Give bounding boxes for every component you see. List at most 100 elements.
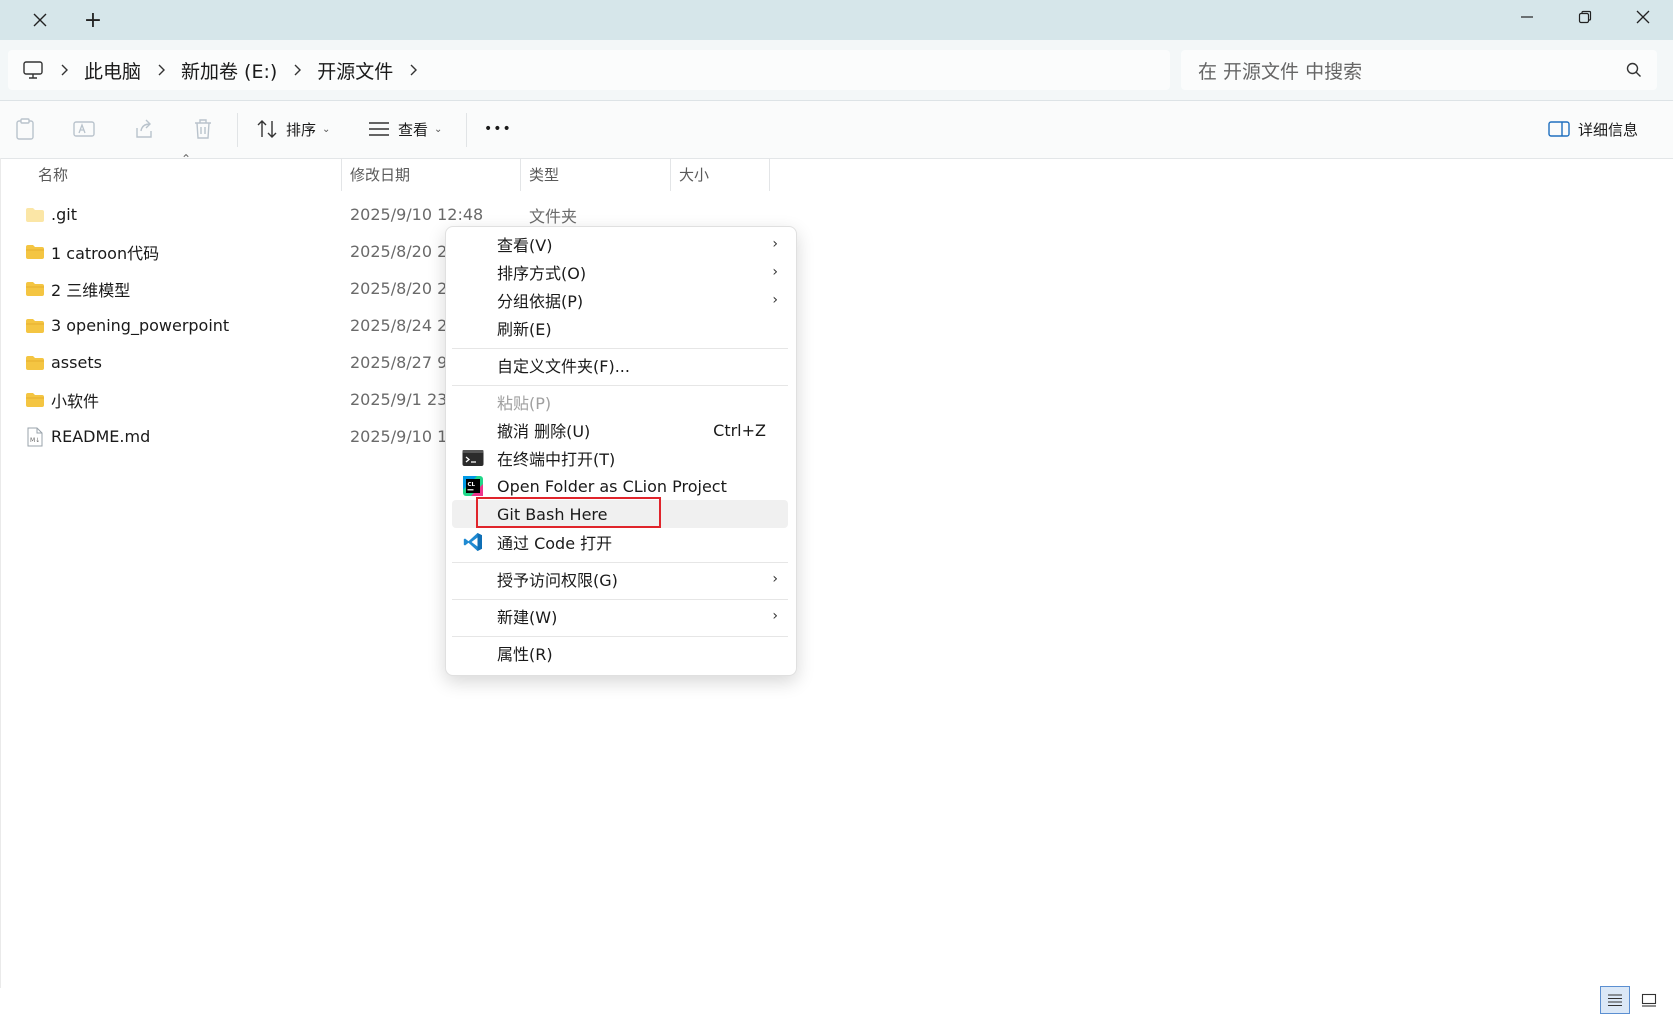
chevron-down-icon: ⌄	[434, 123, 443, 135]
chevron-right-icon[interactable]	[44, 64, 84, 76]
menu-item-refresh[interactable]: 刷新(E)	[452, 314, 788, 342]
svg-text:CL: CL	[468, 482, 476, 488]
vscode-icon	[462, 531, 484, 553]
large-icons-view-button[interactable]	[1634, 986, 1664, 1014]
address-bar[interactable]: 此电脑 新加卷 (E:) 开源文件	[8, 50, 1170, 90]
view-label: 查看	[398, 120, 429, 139]
file-date: 2025/8/20 21	[350, 279, 458, 298]
file-type: 文件夹	[529, 206, 578, 226]
delete-icon[interactable]	[189, 115, 217, 143]
folder-icon	[24, 241, 46, 263]
breadcrumb-open-source[interactable]: 开源文件	[317, 57, 393, 84]
menu-item-properties[interactable]: 属性(R)	[452, 639, 788, 667]
file-name: README.md	[51, 427, 151, 446]
search-input[interactable]: 在 开源文件 中搜索	[1181, 50, 1657, 90]
chevron-right-icon[interactable]	[393, 64, 433, 76]
menu-item-give-access[interactable]: 授予访问权限(G) ›	[452, 565, 788, 593]
menu-separator	[452, 562, 788, 563]
menu-item-open-clion[interactable]: CL Open Folder as CLion Project	[452, 472, 788, 500]
share-icon[interactable]	[130, 115, 158, 143]
sort-label: 排序	[286, 120, 317, 139]
this-pc-icon[interactable]	[22, 59, 44, 81]
column-name-label: 名称	[38, 166, 69, 184]
folder-icon	[24, 278, 46, 300]
file-date: 2025/8/20 20	[350, 242, 458, 261]
breadcrumb-drive-e[interactable]: 新加卷 (E:)	[181, 57, 277, 84]
search-icon[interactable]	[1611, 62, 1657, 78]
details-pane-button[interactable]: 详细信息	[1548, 111, 1638, 147]
view-button[interactable]: 查看 ⌄	[368, 111, 442, 147]
title-bar	[0, 0, 1673, 40]
pane-edge	[0, 158, 1, 988]
chevron-right-icon: ›	[772, 236, 778, 252]
restore-button[interactable]	[1556, 0, 1614, 34]
column-header-modified[interactable]: 修改日期	[342, 158, 521, 191]
details-view-icon	[1608, 994, 1622, 1007]
menu-item-undo-delete[interactable]: 撤消 删除(U) Ctrl+Z	[452, 416, 788, 444]
menu-item-open-in-terminal[interactable]: 在终端中打开(T)	[452, 444, 788, 472]
column-header-type[interactable]: 类型	[521, 158, 671, 191]
file-row[interactable]: 2 三维模型 2025/8/20 21	[24, 270, 458, 307]
paste-icon[interactable]	[11, 115, 39, 143]
chevron-right-icon: ›	[772, 608, 778, 624]
preview-view-icon	[1641, 993, 1657, 1007]
folder-icon	[24, 352, 46, 374]
file-row[interactable]: 1 catroon代码 2025/8/20 20	[24, 233, 458, 270]
sort-ascending-icon: ⌃	[181, 152, 192, 166]
menu-item-sort-by[interactable]: 排序方式(O) ›	[452, 258, 788, 286]
menu-item-label: 刷新(E)	[497, 320, 552, 339]
markdown-file-icon: M↓	[24, 426, 46, 448]
details-pane-icon	[1548, 121, 1570, 137]
file-row[interactable]: M↓ README.md 2025/9/10 12	[24, 418, 457, 455]
menu-item-group-by[interactable]: 分组依据(P) ›	[452, 286, 788, 314]
chevron-right-icon: ›	[772, 571, 778, 587]
folder-icon	[24, 389, 46, 411]
column-header-size[interactable]: 大小	[671, 158, 770, 191]
file-row[interactable]: 小软件 2025/9/1 23:1	[24, 381, 463, 418]
sort-icon	[257, 120, 277, 138]
rename-icon[interactable]	[70, 115, 98, 143]
file-name: 2 三维模型	[51, 280, 131, 300]
file-date: 2025/9/10 12:48	[350, 205, 484, 224]
file-name: .git	[51, 205, 77, 224]
sort-button[interactable]: 排序 ⌄	[256, 111, 330, 147]
file-row[interactable]: 3 opening_powerpoint 2025/8/24 21	[24, 307, 458, 344]
menu-item-shortcut: Ctrl+Z	[713, 420, 766, 440]
toolbar-divider	[237, 113, 238, 147]
column-size-label: 大小	[679, 166, 710, 184]
context-menu: 查看(V) › 排序方式(O) › 分组依据(P) › 刷新(E) 自定义文件夹…	[445, 226, 797, 676]
file-row[interactable]: .git 2025/9/10 12:48 文件夹	[24, 196, 577, 233]
file-name: 3 opening_powerpoint	[51, 316, 230, 335]
menu-item-label: 排序方式(O)	[497, 264, 587, 283]
menu-item-customize-folder[interactable]: 自定义文件夹(F)...	[452, 351, 788, 379]
file-date: 2025/8/24 21	[350, 316, 458, 335]
menu-item-open-with-code[interactable]: 通过 Code 打开	[452, 528, 788, 556]
menu-separator	[452, 599, 788, 600]
toolbar-divider	[466, 113, 467, 147]
chevron-right-icon[interactable]	[141, 64, 181, 76]
file-row[interactable]: assets 2025/8/27 9:4	[24, 344, 463, 381]
menu-item-label: 在终端中打开(T)	[497, 450, 616, 469]
chevron-right-icon[interactable]	[277, 64, 317, 76]
menu-separator	[452, 636, 788, 637]
terminal-icon	[462, 447, 484, 469]
menu-separator	[452, 348, 788, 349]
details-view-button[interactable]	[1600, 986, 1630, 1014]
menu-item-label: 授予访问权限(G)	[497, 571, 618, 590]
menu-item-view[interactable]: 查看(V) ›	[452, 230, 788, 258]
minimize-button[interactable]	[1498, 0, 1556, 34]
new-tab-button[interactable]: +	[70, 4, 116, 36]
command-bar	[0, 101, 1673, 159]
menu-item-label: 分组依据(P)	[497, 292, 584, 311]
more-options-button[interactable]: •••	[484, 111, 512, 147]
menu-item-label: 属性(R)	[497, 645, 553, 664]
search-placeholder: 在 开源文件 中搜索	[1198, 60, 1363, 83]
close-window-button[interactable]	[1614, 0, 1672, 34]
breadcrumb-this-pc[interactable]: 此电脑	[84, 57, 141, 84]
menu-item-label: 自定义文件夹(F)...	[497, 357, 630, 376]
menu-item-new[interactable]: 新建(W) ›	[452, 602, 788, 630]
clion-icon: CL	[462, 475, 484, 497]
column-modified-label: 修改日期	[350, 166, 411, 184]
close-tab-icon[interactable]	[17, 4, 63, 36]
chevron-right-icon: ›	[772, 264, 778, 280]
